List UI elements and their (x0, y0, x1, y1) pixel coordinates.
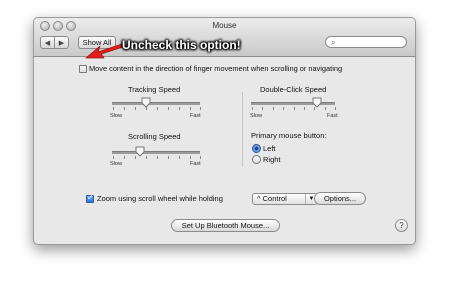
tracking-speed-title: Tracking Speed (128, 85, 181, 94)
tracking-slow-label: Slow (110, 113, 122, 119)
scrolling-speed-thumb[interactable] (135, 146, 145, 157)
tracking-fast-label: Fast (190, 113, 201, 119)
tracking-speed-track (112, 102, 200, 105)
scroll-direction-label: Move content in the direction of finger … (89, 64, 343, 73)
red-arrow-icon (85, 43, 124, 59)
forward-button[interactable]: ▶ (54, 36, 69, 49)
double-click-slow-label: Slow (250, 113, 262, 119)
scrolling-speed-track (112, 151, 200, 154)
primary-right-label: Right (263, 155, 281, 164)
search-field[interactable]: ⌕ (325, 36, 407, 48)
double-click-fast-label: Fast (327, 113, 338, 119)
scrolling-fast-label: Fast (190, 161, 201, 167)
double-click-speed-thumb[interactable] (312, 97, 322, 108)
zoom-modifier-popup[interactable]: ^ Control ▼ (252, 193, 318, 205)
help-button[interactable]: ? (395, 219, 408, 232)
section-divider (242, 92, 243, 167)
scrolling-speed-title: Scrolling Speed (128, 132, 181, 141)
primary-left-radio[interactable] (252, 144, 261, 153)
primary-button-title: Primary mouse button: (251, 131, 327, 140)
zoom-scroll-label: Zoom using scroll wheel while holding (97, 194, 223, 203)
window-title: Mouse (212, 21, 237, 30)
annotation-callout: Uncheck this option! (122, 38, 241, 52)
double-click-speed-track (251, 102, 335, 105)
primary-right-radio[interactable] (252, 155, 261, 164)
scroll-direction-checkbox[interactable] (79, 65, 87, 73)
setup-bluetooth-mouse-button[interactable]: Set Up Bluetooth Mouse... (171, 219, 280, 232)
primary-left-label: Left (263, 144, 276, 153)
zoom-scroll-checkbox[interactable] (86, 193, 94, 203)
search-icon: ⌕ (331, 38, 336, 47)
back-button[interactable]: ◀ (40, 36, 55, 49)
double-click-speed-title: Double-Click Speed (260, 85, 327, 94)
zoom-options-button[interactable]: Options... (314, 192, 366, 205)
scrolling-slow-label: Slow (110, 161, 122, 167)
zoom-modifier-value: ^ Control (257, 194, 287, 203)
tracking-speed-thumb[interactable] (141, 97, 151, 108)
